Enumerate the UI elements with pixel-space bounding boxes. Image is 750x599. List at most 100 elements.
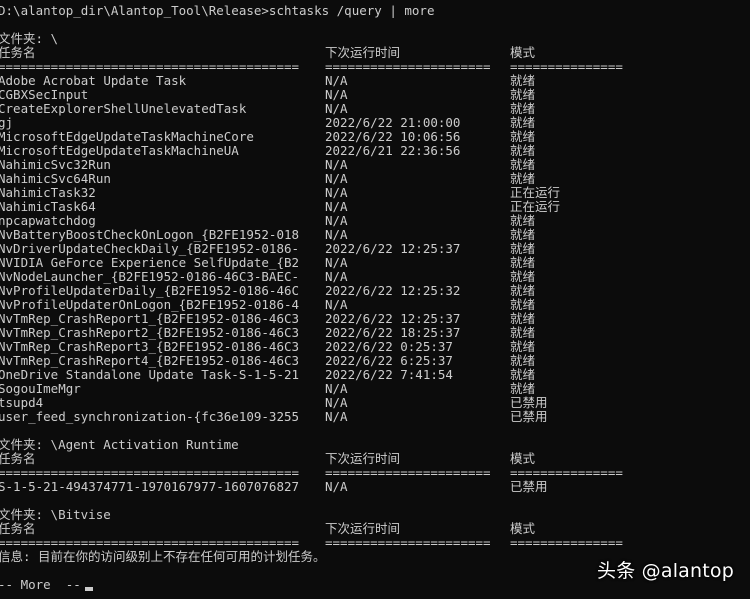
task-next-run: N/A: [325, 73, 348, 88]
task-next-run: N/A: [325, 479, 348, 494]
table-row: tsupd4 N/A 已禁用: [0, 396, 750, 410]
task-name: NvTmRep_CrashReport4_{B2FE1952-0186-46C3: [0, 353, 300, 368]
table-row: NvProfileUpdaterOnLogon_{B2FE1952-0186-4…: [0, 298, 750, 312]
task-mode: 就绪: [510, 143, 536, 158]
task-name: S-1-5-21-494374771-1970167977-1607076827: [0, 479, 300, 494]
task-next-run: N/A: [325, 297, 348, 312]
task-mode: 就绪: [510, 171, 536, 186]
task-mode: 就绪: [510, 255, 536, 270]
separator-task-name: ========================================: [0, 535, 300, 550]
task-name: NvTmRep_CrashReport2_{B2FE1952-0186-46C3: [0, 325, 300, 340]
task-next-run: N/A: [325, 185, 348, 200]
separator-next-run: ======================: [325, 465, 491, 480]
task-mode: 就绪: [510, 101, 536, 116]
task-mode: 就绪: [510, 381, 536, 396]
task-name: NahimicSvc32Run: [0, 157, 111, 172]
text-cursor: [84, 587, 93, 591]
task-name: NVIDIA GeForce Experience SelfUpdate_{B2: [0, 255, 300, 270]
task-name: CreateExplorerShellUnelevatedTask: [0, 101, 247, 116]
separator-mode: ===============: [510, 59, 623, 74]
task-name: NvNodeLauncher_{B2FE1952-0186-46C3-BAEC-: [0, 269, 300, 284]
task-next-run: 2022/6/22 12:25:37: [325, 311, 461, 326]
table-row: NvTmRep_CrashReport3_{B2FE1952-0186-46C3…: [0, 340, 750, 354]
separator-mode: ===============: [510, 535, 623, 550]
header-next-run: 下次运行时间: [325, 521, 401, 536]
task-name: NahimicSvc64Run: [0, 171, 111, 186]
folder-label: 文件夹: \Bitvise: [0, 508, 750, 522]
task-mode: 就绪: [510, 311, 536, 326]
header-next-run: 下次运行时间: [325, 451, 401, 466]
separator-task-name: ========================================: [0, 465, 300, 480]
separator-row: ========================================…: [0, 536, 750, 550]
task-next-run: N/A: [325, 409, 348, 424]
table-row: npcapwatchdog N/A 就绪: [0, 214, 750, 228]
header-task-name: 任务名: [0, 45, 36, 60]
task-next-run: N/A: [325, 87, 348, 102]
task-next-run: N/A: [325, 227, 348, 242]
separator-row: ========================================…: [0, 466, 750, 480]
more-prompt: -- More --: [0, 577, 81, 592]
table-row: NvProfileUpdaterDaily_{B2FE1952-0186-46C…: [0, 284, 750, 298]
folder-path: 文件夹: \Agent Activation Runtime: [0, 437, 239, 452]
header-next-run: 下次运行时间: [325, 45, 401, 60]
table-row: Adobe Acrobat Update Task N/A 就绪: [0, 74, 750, 88]
task-next-run: N/A: [325, 269, 348, 284]
task-next-run: N/A: [325, 101, 348, 116]
task-mode: 就绪: [510, 241, 536, 256]
task-name: Adobe Acrobat Update Task: [0, 73, 187, 88]
table-row: MicrosoftEdgeUpdateTaskMachineUA 2022/6/2…: [0, 144, 750, 158]
task-next-run: N/A: [325, 171, 348, 186]
table-row: NahimicTask64 N/A 正在运行: [0, 200, 750, 214]
table-row: CreateExplorerShellUnelevatedTask N/A 就绪: [0, 102, 750, 116]
table-row: OneDrive Standalone Update Task-S-1-5-21…: [0, 368, 750, 382]
task-mode: 就绪: [510, 129, 536, 144]
task-name: NahimicTask32: [0, 185, 96, 200]
task-mode: 就绪: [510, 353, 536, 368]
task-next-run: 2022/6/22 18:25:37: [325, 325, 461, 340]
task-mode: 就绪: [510, 283, 536, 298]
header-mode: 模式: [510, 45, 536, 60]
task-mode: 就绪: [510, 297, 536, 312]
separator-next-run: ======================: [325, 535, 491, 550]
task-mode: 就绪: [510, 157, 536, 172]
task-mode: 就绪: [510, 115, 536, 130]
column-header-row: 任务名 下次运行时间 模式: [0, 46, 750, 60]
command-prompt: D:\alantop_dir\Alantop_Tool\Release>scht…: [0, 4, 435, 18]
task-name: user_feed_synchronization-{fc36e109-3255: [0, 409, 300, 424]
task-name: tsupd4: [0, 395, 44, 410]
table-row: CGBXSecInput N/A 就绪: [0, 88, 750, 102]
task-next-run: 2022/6/22 12:25:32: [325, 283, 461, 298]
task-name: NvTmRep_CrashReport1_{B2FE1952-0186-46C3: [0, 311, 300, 326]
task-name: SogouImeMgr: [0, 381, 81, 396]
task-mode: 就绪: [510, 227, 536, 242]
header-mode: 模式: [510, 451, 536, 466]
separator-mode: ===============: [510, 465, 623, 480]
task-next-run: 2022/6/22 21:00:00: [325, 115, 461, 130]
task-mode: 就绪: [510, 73, 536, 88]
table-row: user_feed_synchronization-{fc36e109-3255…: [0, 410, 750, 424]
task-mode: 正在运行: [510, 185, 561, 200]
header-task-name: 任务名: [0, 451, 36, 466]
table-row: NvTmRep_CrashReport2_{B2FE1952-0186-46C3…: [0, 326, 750, 340]
task-name: NvBatteryBoostCheckOnLogon_{B2FE1952-018: [0, 227, 300, 242]
task-next-run: N/A: [325, 199, 348, 214]
table-row: NahimicSvc32Run N/A 就绪: [0, 158, 750, 172]
terminal-window[interactable]: D:\alantop_dir\Alantop_Tool\Release>scht…: [0, 4, 750, 599]
command-line: D:\alantop_dir\Alantop_Tool\Release>scht…: [0, 4, 750, 18]
watermark: 头条 @alantop: [597, 560, 734, 582]
task-mode: 正在运行: [510, 199, 561, 214]
folder-label: 文件夹: \Agent Activation Runtime: [0, 438, 750, 452]
column-header-row: 任务名 下次运行时间 模式: [0, 522, 750, 536]
table-row: SogouImeMgr N/A 就绪: [0, 382, 750, 396]
task-mode: 就绪: [510, 87, 536, 102]
info-message: 信息: 目前在你的访问级别上不存在任何可用的计划任务。: [0, 549, 326, 564]
table-row: NahimicTask32 N/A 正在运行: [0, 186, 750, 200]
task-name: NvProfileUpdaterOnLogon_{B2FE1952-0186-4: [0, 297, 300, 312]
table-row: NvNodeLauncher_{B2FE1952-0186-46C3-BAEC-…: [0, 270, 750, 284]
task-next-run: N/A: [325, 381, 348, 396]
task-mode: 就绪: [510, 325, 536, 340]
task-next-run: N/A: [325, 157, 348, 172]
